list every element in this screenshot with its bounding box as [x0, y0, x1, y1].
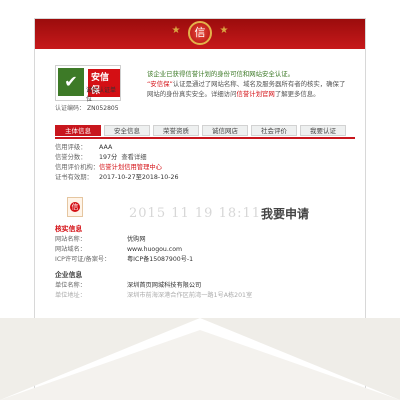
icp-row: ICP许可证/备案号： 粤ICP备15087900号-1: [55, 255, 355, 265]
intro-line-3: 网站的身份真实安全。详细访问: [147, 90, 237, 98]
site-name-row: 网站名称： 优购网: [55, 235, 355, 245]
intro-area: ✔ 安信保 诚信认证单位 认证编码： ZN052805 该企业已获得信誉计划的身份…: [55, 63, 355, 113]
check-icon: ✔: [58, 68, 84, 96]
cert-valid-value: 2017-10-27至2018-10-26: [99, 174, 179, 181]
tab-bar: 主体信息 安全信息 荣誉资质 诚信网店 社会评价 我要认证: [55, 125, 355, 139]
company-address-row: 单位地址： 深圳市前海深港合作区前湾一路1号A栋201室: [55, 291, 355, 301]
site-domain-label: 网站域名：: [55, 246, 86, 253]
credit-org-label: 信用评价机构：: [55, 164, 100, 171]
intro-line-2: 认证是通过了网站名称、域名及服务器所有者的核实，确保了: [172, 80, 346, 88]
site-name-label: 网站名称：: [55, 236, 86, 243]
intro-text: 该企业已获得信誉计划的身份可信和网站安全认证。 “安信保”认证是通过了网站名称、…: [147, 69, 357, 99]
intro-brand: “安信保”: [147, 80, 173, 88]
company-name-row: 单位名称： 深圳首页网城科技有限公司: [55, 281, 355, 291]
company-name-label: 单位名称：: [55, 282, 86, 289]
credit-score-value: 197分: [99, 154, 118, 161]
tab-security-info[interactable]: 安全信息: [104, 125, 150, 136]
credit-level-row: 信用评级： AAA: [55, 143, 355, 153]
anxinbao-logo: ✔ 安信保 诚信认证单位: [55, 65, 121, 103]
site-domain-value: www.huogou.com: [127, 246, 183, 253]
tab-trusted-shop[interactable]: 诚信网店: [202, 125, 248, 136]
icp-value: 粤ICP备15087900号-1: [127, 256, 194, 263]
company-section: 企业信息 单位名称： 深圳首页网城科技有限公司 单位地址： 深圳市前海深港合作区前湾…: [55, 269, 355, 301]
official-site-link[interactable]: 信誉计划官网: [236, 90, 274, 98]
credit-badge-icon: 信: [188, 21, 212, 45]
apply-button[interactable]: 我要申请: [261, 205, 309, 222]
cert-id-label: 认证编码：: [55, 105, 86, 112]
company-title: 企业信息: [55, 271, 83, 279]
timestamp-overlay: 2015 11 19 18:11: [129, 206, 262, 221]
credit-level-value: AAA: [99, 144, 113, 151]
credit-level-label: 信用评级：: [55, 144, 87, 151]
icp-label: ICP许可证/备案号：: [55, 256, 111, 263]
verify-title: 核实信息: [55, 225, 83, 233]
envelope-bottom-flap: [0, 330, 400, 400]
verify-section: 核实信息 网站名称： 优购网 网站域名： www.huogou.com ICP许可证…: [55, 223, 355, 265]
credit-seal-icon: 信: [67, 197, 83, 217]
cert-id-value: ZN052805: [87, 105, 119, 112]
credit-score-row: 信誉分数： 197分 查看详细: [55, 153, 355, 163]
star-icon: ★: [219, 25, 229, 36]
credit-org-value[interactable]: 信誉计划信用管理中心: [99, 164, 162, 171]
site-domain-row: 网站域名： www.huogou.com: [55, 245, 355, 255]
tab-social-reviews[interactable]: 社会评价: [251, 125, 297, 136]
intro-line-3-end: 了解更多信息。: [274, 90, 320, 98]
intro-line-1: 该企业已获得信誉计划的身份可信和网站安全认证。: [147, 70, 294, 78]
site-name-value: 优购网: [127, 236, 146, 243]
company-address-label: 单位地址：: [55, 292, 86, 299]
cert-id: 认证编码： ZN052805: [55, 103, 119, 112]
star-icon: ★: [171, 25, 181, 36]
credit-score-label: 信誉分数：: [55, 154, 87, 161]
seal-char: 信: [70, 202, 80, 212]
tab-apply-cert[interactable]: 我要认证: [300, 125, 346, 136]
company-address-value: 深圳市前海深港合作区前湾一路1号A栋201室: [127, 292, 253, 299]
card-header-bar: ★ 信 ★: [35, 19, 365, 49]
credit-info: 信用评级： AAA 信誉分数： 197分 查看详细 信用评价机构：信誉计划信用管理中心…: [55, 143, 355, 183]
credit-org-row: 信用评价机构：信誉计划信用管理中心: [55, 163, 355, 173]
company-name-value: 深圳首页网城科技有限公司: [127, 282, 202, 289]
logo-subtitle: 诚信认证单位: [86, 87, 117, 103]
cert-valid-row: 证书有效期： 2017-10-27至2018-10-26: [55, 173, 355, 183]
cert-valid-label: 证书有效期：: [55, 174, 93, 181]
tab-main-info[interactable]: 主体信息: [55, 125, 101, 136]
score-detail-link[interactable]: 查看详细: [121, 154, 146, 161]
tab-honors[interactable]: 荣誉资质: [153, 125, 199, 136]
